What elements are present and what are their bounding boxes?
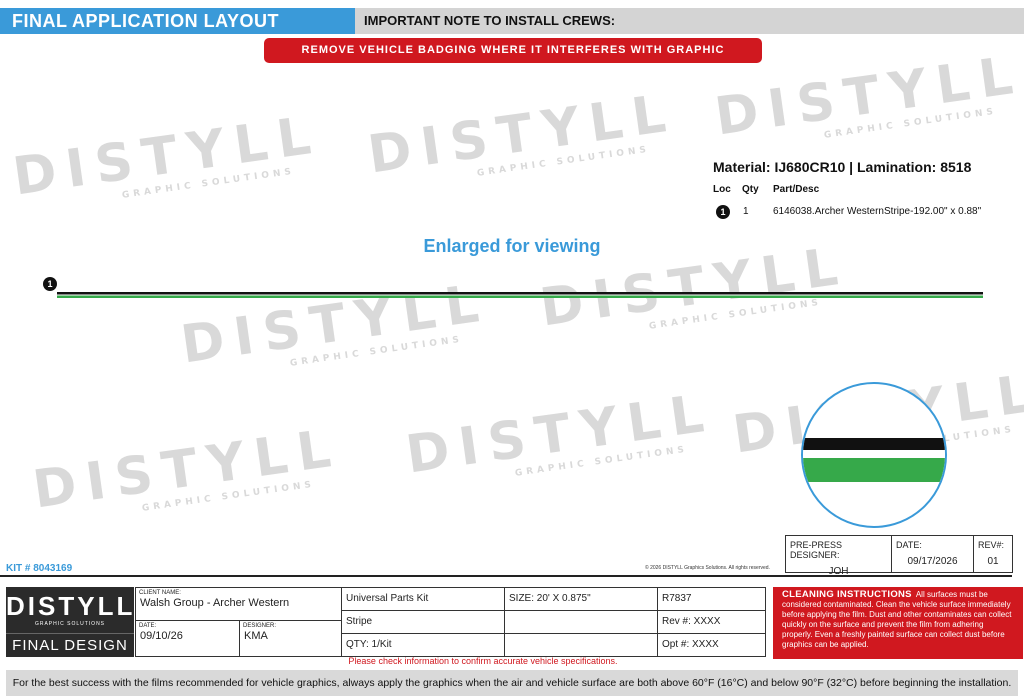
watermark-logo: DISTYLLGRAPHIC SOLUTIONS [711, 44, 1024, 148]
location-marker: 1 [43, 277, 57, 291]
location-badge: 1 [716, 205, 730, 219]
row-part-desc: 6146038.Archer WesternStripe-192.00" x 0… [773, 206, 982, 217]
cleaning-instructions: CLEANING INSTRUCTIONS All surfaces must … [773, 587, 1023, 659]
blank-cell [505, 611, 658, 634]
enlarged-label: Enlarged for viewing [423, 236, 601, 256]
prepress-box: PRE-PRESS DESIGNER: JOH DATE: 09/17/2026… [785, 535, 1013, 577]
date-label: DATE: [139, 623, 157, 629]
blank-cell [505, 634, 658, 657]
install-note-heading: IMPORTANT NOTE TO INSTALL CREWS: [355, 8, 1024, 34]
client-value: Walsh Group - Archer Western [140, 597, 290, 609]
column-part-desc: Part/Desc [773, 184, 820, 195]
kit-type-value: Universal Parts Kit [346, 593, 429, 604]
qty-value: QTY: 1/Kit [346, 639, 392, 650]
section-divider [0, 575, 1012, 577]
prepress-designer-label: PRE-PRESS DESIGNER: [790, 540, 843, 560]
designer-label: DESIGNER: [243, 623, 277, 629]
distyll-logo: DISTYLL GRAPHIC SOLUTIONS FINAL DESIGN [6, 587, 134, 657]
qty-cell: QTY: 1/Kit [342, 634, 505, 657]
client-cell: CLIENT NAME: Walsh Group - Archer Wester… [136, 588, 342, 621]
column-loc: Loc [713, 184, 731, 195]
opt-value: Opt #: XXXX [662, 639, 719, 650]
job-info-grid: CLIENT NAME: Walsh Group - Archer Wester… [135, 587, 766, 657]
cleaning-title: CLEANING INSTRUCTIONS [782, 589, 912, 600]
prepress-rev-cell: REV#: 01 [974, 536, 1012, 572]
client-label: CLIENT NAME: [139, 590, 181, 596]
column-qty: Qty [742, 184, 759, 195]
rev-cell: Rev #: XXXX [658, 611, 765, 634]
prepress-date-value: 09/17/2026 [907, 556, 958, 567]
rev-value: Rev #: XXXX [662, 616, 721, 627]
badging-alert-banner: REMOVE VEHICLE BADGING WHERE IT INTERFER… [264, 38, 762, 81]
watermark-logo: DISTYLLGRAPHIC SOLUTIONS [402, 382, 718, 486]
code-cell: R7837 [658, 588, 765, 611]
stripe-detail-magnifier [801, 382, 947, 528]
date-cell: DATE: 09/10/26 [136, 621, 240, 657]
watermark-logo: DISTYLLGRAPHIC SOLUTIONS [9, 104, 325, 208]
application-temperature-footer: For the best success with the films reco… [6, 670, 1018, 696]
item-value: Stripe [346, 616, 373, 627]
watermark-logo: DISTYLLGRAPHIC SOLUTIONS [29, 417, 345, 521]
prepress-date-cell: DATE: 09/17/2026 [892, 536, 974, 572]
designer-cell: DESIGNER: KMA [240, 621, 342, 657]
size-cell: SIZE: 20' X 0.875" [505, 588, 658, 611]
final-design-label: FINAL DESIGN [6, 633, 134, 654]
kit-type-cell: Universal Parts Kit [342, 588, 505, 611]
row-qty: 1 [743, 206, 749, 217]
prepress-date-label: DATE: [896, 540, 922, 550]
watermark-logo: DISTYLLGRAPHIC SOLUTIONS [364, 82, 680, 186]
designer-value: KMA [244, 630, 268, 642]
prepress-rev-label: REV#: [978, 540, 1005, 550]
code-value: R7837 [662, 593, 692, 604]
stripe-graphic [57, 292, 983, 298]
item-cell: Stripe [342, 611, 505, 634]
logo-name: DISTYLL [6, 591, 136, 621]
date-value: 09/10/26 [140, 630, 183, 642]
layout-title: FINAL APPLICATION LAYOUT [0, 8, 355, 34]
prepress-designer-cell: PRE-PRESS DESIGNER: JOH [786, 536, 892, 577]
copyright-notice: © 2026 DISTYLL Graphics Solutions. All r… [645, 565, 770, 571]
prepress-rev-value: 01 [987, 556, 999, 567]
logo-tagline: GRAPHIC SOLUTIONS [34, 621, 106, 627]
size-value: SIZE: 20' X 0.875" [509, 593, 591, 604]
kit-number: KIT # 8043169 [6, 563, 73, 574]
opt-cell: Opt #: XXXX [658, 634, 765, 657]
material-line: Material: IJ680CR10 | Lamination: 8518 [713, 159, 972, 175]
